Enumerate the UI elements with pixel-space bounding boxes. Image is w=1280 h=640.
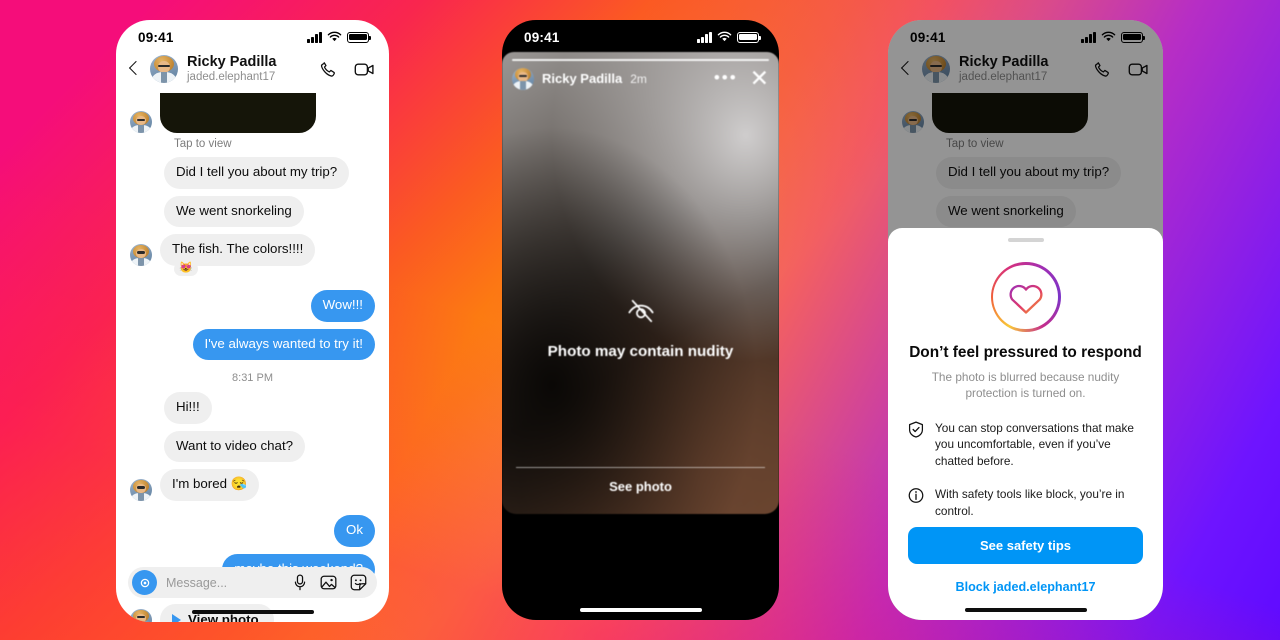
phone-call-icon[interactable]: [319, 60, 338, 79]
list-item-label: With safety tools like block, you’re in …: [935, 486, 1125, 518]
story-header: Ricky Padilla 2m ••• ✕: [512, 67, 769, 90]
list-item-label: You can stop conversations that make you…: [935, 420, 1134, 469]
avatar[interactable]: [150, 55, 178, 84]
safety-bottom-sheet: Don’t feel pressured to respond The phot…: [888, 228, 1163, 620]
phone-3-safety-sheet: 09:41 Ricky Padilla jaded.elephant17 Tap…: [888, 20, 1163, 620]
contact-handle: jaded.elephant17: [187, 70, 276, 83]
camera-circle-icon[interactable]: [132, 570, 157, 595]
eye-slash-icon: [628, 299, 653, 323]
reaction-row: 😻: [130, 261, 375, 276]
block-user-link[interactable]: Block jaded.elephant17: [908, 580, 1143, 594]
message-row: I'm bored 😪: [130, 469, 375, 502]
close-x-icon[interactable]: ✕: [746, 67, 769, 90]
status-bar: 09:41: [116, 20, 389, 50]
avatar: [130, 111, 152, 134]
message-composer[interactable]: Message...: [128, 567, 377, 598]
message-row: We went snorkeling: [130, 195, 375, 228]
message-row: Want to video chat?: [130, 430, 375, 463]
story-viewer: Ricky Padilla 2m ••• ✕ Photo may contain…: [502, 20, 779, 620]
see-safety-tips-button[interactable]: See safety tips: [908, 527, 1143, 564]
reaction-badge[interactable]: 😻: [174, 261, 198, 276]
chat-header: Ricky Padilla jaded.elephant17: [116, 50, 389, 93]
shield-check-icon: [908, 421, 924, 438]
phone-1-chat: 09:41 Ricky Padilla jaded.elephant17 Tap…: [116, 20, 389, 622]
safety-bullets: You can stop conversations that make you…: [908, 420, 1143, 520]
see-photo-button[interactable]: See photo: [502, 479, 779, 494]
sheet-subtitle: The photo is blurred because nudity prot…: [931, 370, 1120, 401]
tap-to-view-label: Tap to view: [174, 138, 232, 151]
photo-gallery-icon[interactable]: [320, 574, 337, 591]
blurred-photo-thumb[interactable]: [160, 93, 316, 134]
blurred-photo[interactable]: Ricky Padilla 2m ••• ✕ Photo may contain…: [502, 52, 779, 514]
timestamp: 8:31 PM: [232, 372, 273, 385]
list-item: You can stop conversations that make you…: [908, 420, 1143, 470]
video-camera-icon[interactable]: [354, 60, 375, 79]
more-options-icon[interactable]: •••: [714, 69, 738, 86]
message-bubble[interactable]: I've always wanted to try it!: [192, 328, 375, 361]
home-indicator: [191, 609, 314, 614]
phone-2-story-viewer: 09:41 Ricky Padilla 2m ••• ✕ Photo may c…: [502, 20, 779, 620]
play-triangle-icon: [172, 613, 181, 622]
message-bubble[interactable]: Did I tell you about my trip?: [164, 157, 350, 189]
list-item: With safety tools like block, you’re in …: [908, 486, 1143, 520]
cellular-bars-icon: [307, 31, 322, 43]
message-bubble[interactable]: Hi!!!: [164, 392, 212, 424]
back-chevron-icon[interactable]: [127, 62, 141, 76]
avatar: [130, 243, 152, 266]
microphone-icon[interactable]: [293, 574, 307, 591]
avatar: [130, 608, 152, 622]
message-bubble[interactable]: I'm bored 😪: [160, 469, 260, 502]
message-row: The fish. The colors!!!!: [130, 234, 375, 266]
story-progress-bar: [512, 59, 769, 61]
message-row: Wow!!!: [130, 289, 375, 322]
status-time: 09:41: [138, 29, 174, 45]
message-bubble[interactable]: Wow!!!: [310, 289, 375, 322]
story-time-ago: 2m: [630, 71, 647, 86]
nudity-warning: Photo may contain nudity: [502, 298, 779, 360]
drag-handle[interactable]: [1007, 238, 1044, 242]
divider: [516, 467, 765, 468]
photo-message[interactable]: [130, 93, 375, 134]
sticker-smiley-icon[interactable]: [350, 574, 367, 591]
message-bubble[interactable]: Ok: [334, 515, 375, 547]
message-bubble[interactable]: We went snorkeling: [164, 195, 304, 228]
nudity-warning-label: Photo may contain nudity: [547, 343, 734, 360]
info-circle-icon: [908, 487, 924, 503]
search-input[interactable]: Message...: [166, 576, 284, 590]
battery-full-icon: [347, 31, 372, 43]
avatar[interactable]: [512, 67, 534, 90]
home-indicator: [964, 607, 1087, 612]
message-row: Did I tell you about my trip?: [130, 157, 375, 189]
message-row: I've always wanted to try it!: [130, 328, 375, 361]
message-thread: Tap to view Did I tell you about my trip…: [116, 93, 389, 622]
wifi-icon: [327, 31, 342, 42]
story-author-name: Ricky Padilla: [542, 71, 623, 86]
sheet-title: Don’t feel pressured to respond: [909, 344, 1142, 361]
contact-name: Ricky Padilla: [187, 54, 277, 70]
message-bubble[interactable]: Want to video chat?: [164, 430, 306, 463]
promotional-background: 09:41 Ricky Padilla jaded.elephant17 Tap…: [0, 0, 1280, 640]
message-row: Ok: [130, 515, 375, 547]
avatar: [130, 479, 152, 502]
message-row: Hi!!!: [130, 392, 375, 424]
home-indicator: [579, 607, 702, 612]
heart-in-gradient-circle-icon: [990, 262, 1061, 332]
